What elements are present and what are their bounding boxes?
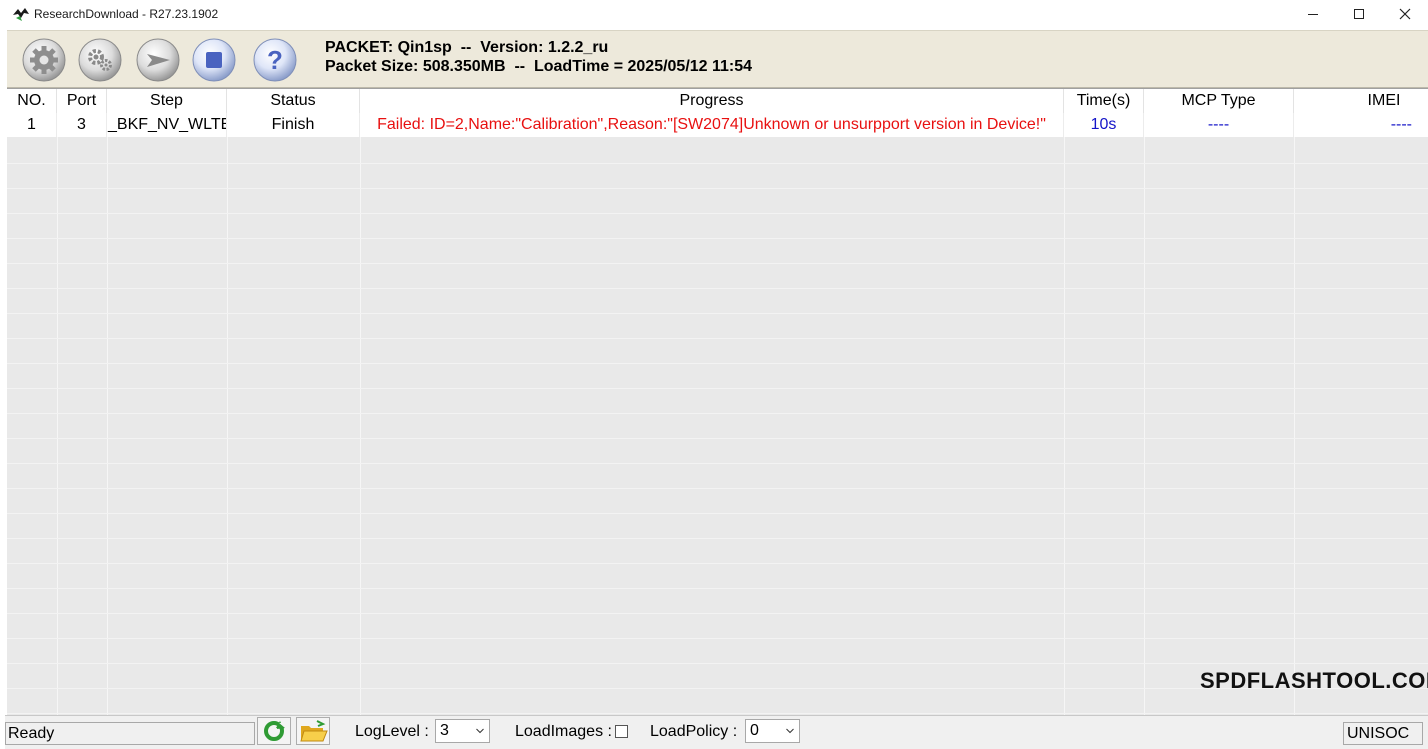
table-row[interactable]: 1 3 _BKF_NV_WLTE Finish Failed: ID=2,Nam…	[7, 113, 1428, 137]
close-icon	[1399, 8, 1411, 20]
grid-line	[7, 363, 1428, 364]
grid-line	[7, 488, 1428, 489]
maximize-button[interactable]	[1336, 0, 1382, 28]
device-list-table[interactable]: NO. Port Step Status Progress Time(s) MC…	[7, 88, 1428, 715]
help-button[interactable]: ?	[252, 37, 298, 83]
chevron-down-icon	[786, 728, 794, 734]
minimize-button[interactable]	[1290, 0, 1336, 28]
packet-size-line: Packet Size: 508.350MB -- LoadTime = 202…	[325, 58, 753, 75]
col-mcp-type[interactable]: MCP Type	[1144, 89, 1294, 113]
loadimages-checkbox[interactable]	[615, 725, 628, 738]
stop-icon	[192, 38, 236, 82]
grid-line	[7, 388, 1428, 389]
col-no[interactable]: NO.	[7, 89, 57, 113]
maximize-icon	[1354, 9, 1364, 19]
col-progress[interactable]: Progress	[360, 89, 1064, 113]
settings-button[interactable]	[21, 37, 67, 83]
status-bar: Ready LogLevel : 3 LoadImages : LoadPoli…	[5, 715, 1428, 749]
cell-progress: Failed: ID=2,Name:"Calibration",Reason:"…	[360, 113, 1064, 137]
grid-line	[7, 563, 1428, 564]
loadpolicy-label: LoadPolicy :	[650, 723, 738, 740]
help-icon: ?	[253, 38, 297, 82]
packet-line: PACKET: Qin1sp -- Version: 1.2.2_ru	[325, 39, 609, 56]
close-button[interactable]	[1382, 0, 1428, 28]
stop-download-button[interactable]	[191, 37, 237, 83]
loglevel-select[interactable]: 3	[435, 719, 490, 743]
col-imei[interactable]: IMEI	[1294, 89, 1428, 113]
cell-port: 3	[57, 113, 107, 137]
grid-line	[7, 663, 1428, 664]
grid-line	[7, 188, 1428, 189]
open-folder-button[interactable]	[296, 717, 330, 745]
toolbar: ? PACKET: Qin1sp -- Version: 1.2.2_ru Pac…	[7, 30, 1428, 88]
grid-line	[7, 638, 1428, 639]
app-logo-icon	[12, 6, 30, 22]
col-status[interactable]: Status	[227, 89, 360, 113]
configure-button[interactable]	[77, 37, 123, 83]
packet-info: PACKET: Qin1sp -- Version: 1.2.2_ru Packe…	[325, 38, 752, 76]
cell-no: 1	[7, 113, 57, 137]
table-header: NO. Port Step Status Progress Time(s) MC…	[7, 89, 1428, 114]
cell-step: _BKF_NV_WLTE	[107, 113, 227, 137]
window-title: ResearchDownload - R27.23.1902	[34, 7, 219, 21]
cell-status: Finish	[227, 113, 360, 137]
gear-icon	[22, 38, 66, 82]
grid-line	[7, 613, 1428, 614]
cell-mcp-type: ----	[1144, 113, 1294, 137]
loglevel-value: 3	[440, 722, 449, 739]
grid-line	[7, 463, 1428, 464]
col-time[interactable]: Time(s)	[1064, 89, 1144, 113]
watermark: SPDFLASHTOOL.COM	[1200, 668, 1428, 693]
loadpolicy-select[interactable]: 0	[745, 719, 800, 743]
grid-line	[7, 513, 1428, 514]
grid-line	[7, 588, 1428, 589]
minimize-icon	[1308, 14, 1318, 15]
refresh-button[interactable]	[257, 717, 291, 745]
grid-line	[7, 413, 1428, 414]
cell-time: 10s	[1064, 113, 1144, 137]
col-port[interactable]: Port	[57, 89, 107, 113]
play-arrow-icon	[136, 38, 180, 82]
svg-text:?: ?	[267, 45, 283, 75]
start-download-button[interactable]	[135, 37, 181, 83]
loadpolicy-value: 0	[750, 722, 759, 739]
loglevel-label: LogLevel :	[355, 723, 429, 740]
grid-line	[7, 238, 1428, 239]
grid-line	[7, 438, 1428, 439]
col-step[interactable]: Step	[107, 89, 227, 113]
grid-line	[7, 313, 1428, 314]
folder-icon	[300, 720, 328, 742]
status-text: Ready	[5, 722, 255, 745]
refresh-icon	[264, 721, 285, 741]
grid-line	[7, 713, 1428, 714]
gears-icon	[78, 38, 122, 82]
title-bar[interactable]: ResearchDownload - R27.23.1902	[0, 0, 1428, 28]
grid-line	[7, 538, 1428, 539]
grid-line	[7, 338, 1428, 339]
chip-vendor-label: UNISOC	[1343, 722, 1423, 745]
grid-line	[7, 288, 1428, 289]
chevron-down-icon	[476, 728, 484, 734]
grid-line	[7, 263, 1428, 264]
grid-line	[7, 213, 1428, 214]
cell-imei: ----	[1390, 116, 1412, 133]
loadimages-label: LoadImages :	[515, 723, 612, 740]
grid-line	[7, 163, 1428, 164]
